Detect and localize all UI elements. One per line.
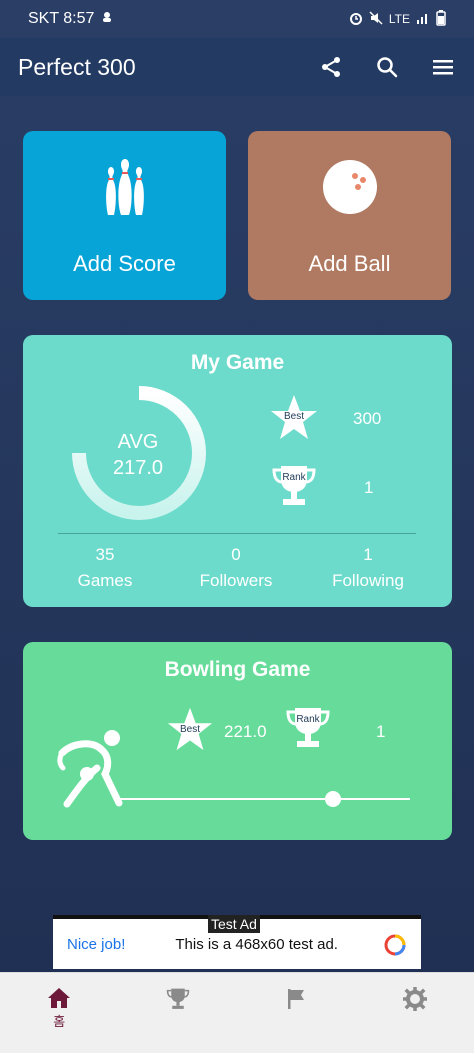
share-icon[interactable] — [318, 54, 344, 80]
ball-icon-wrap — [248, 157, 451, 217]
gear-icon — [402, 987, 427, 1011]
lane-slider-thumb[interactable] — [325, 791, 341, 807]
trophy-icon — [272, 466, 316, 505]
following-label: Following — [332, 571, 404, 590]
best-value: 300 — [353, 409, 382, 428]
rank-badge-text: Rank — [282, 472, 306, 483]
following-count: 1 — [363, 545, 373, 564]
home-icon — [48, 988, 71, 1008]
pins-icon-wrap — [23, 157, 226, 217]
bowling-best-star-badge: Best — [166, 706, 214, 754]
my-game-title: My Game — [190, 351, 285, 374]
games-label: Games — [77, 571, 133, 590]
followers-label: Followers — [199, 571, 273, 590]
bowling-rank-value: 1 — [376, 722, 386, 741]
bottom-nav: 홈 — [0, 972, 474, 1053]
app-bar-actions — [318, 54, 456, 80]
alarm-icon — [349, 11, 363, 28]
games-stat[interactable]: 35 Games — [45, 542, 165, 594]
bowler-icon — [57, 730, 123, 808]
app-bar: Perfect 300 — [0, 38, 474, 96]
bowling-game-title: Bowling Game — [164, 658, 311, 681]
bowling-game-card[interactable]: Bowling Game Best 221.0 Rank 1 — [23, 642, 452, 840]
status-right: LTE — [349, 9, 446, 29]
bowling-rank-badge-text: Rank — [296, 714, 320, 725]
followers-stat[interactable]: 0 Followers — [176, 542, 296, 594]
best-star-badge: Best — [269, 393, 319, 443]
trophy-icon — [286, 708, 330, 747]
ad-nice-text: Nice job! — [67, 935, 126, 953]
nav-settings[interactable] — [356, 973, 474, 1053]
nav-flag[interactable] — [237, 973, 356, 1053]
bowling-pins-icon — [105, 159, 144, 215]
search-icon[interactable] — [374, 54, 400, 80]
status-left: SKT 8:57 — [28, 10, 114, 29]
mute-icon — [369, 10, 383, 28]
add-score-label: Add Score — [73, 251, 176, 276]
rank-value: 1 — [364, 478, 374, 497]
bowling-ball-icon — [322, 160, 377, 214]
menu-icon[interactable] — [430, 54, 456, 80]
best-badge-text: Best — [283, 411, 304, 422]
bowling-best-badge-text: Best — [179, 724, 200, 735]
ad-choices-icon[interactable] — [383, 933, 407, 962]
add-ball-label: Add Ball — [308, 251, 391, 276]
add-ball-button[interactable]: Add Ball — [248, 131, 451, 300]
my-game-card[interactable]: My Game AVG 217.0 Best 300 Rank 1 35 Gam… — [23, 335, 452, 607]
rank-trophy-badge: Rank — [271, 463, 317, 509]
nav-ranking[interactable] — [119, 973, 238, 1053]
test-ad-tag: Test Ad — [208, 915, 260, 933]
carrier-time: SKT 8:57 — [28, 10, 95, 27]
lane-slider-track — [120, 798, 410, 800]
nav-home[interactable]: 홈 — [0, 973, 119, 1053]
bowling-best-value: 221.0 — [224, 722, 267, 741]
battery-icon — [436, 9, 446, 29]
bowling-rank-trophy-badge: Rank — [285, 705, 331, 751]
add-score-button[interactable]: Add Score — [23, 131, 226, 300]
notification-icon — [100, 10, 114, 29]
followers-count: 0 — [231, 545, 241, 564]
stats-divider — [58, 533, 416, 534]
trophy-icon — [166, 988, 189, 1009]
app-title: Perfect 300 — [18, 53, 136, 80]
signal-icon — [416, 11, 430, 28]
games-count: 35 — [95, 545, 115, 564]
following-stat[interactable]: 1 Following — [308, 542, 428, 594]
network-label: LTE — [388, 12, 410, 26]
ad-message: This is a 468x60 test ad. — [175, 935, 338, 953]
status-bar: SKT 8:57 LTE — [0, 0, 474, 38]
avg-label: AVG — [117, 431, 159, 453]
nav-home-label: 홈 — [53, 1014, 66, 1029]
avg-value: 217.0 — [112, 457, 164, 479]
flag-icon — [288, 989, 305, 1009]
